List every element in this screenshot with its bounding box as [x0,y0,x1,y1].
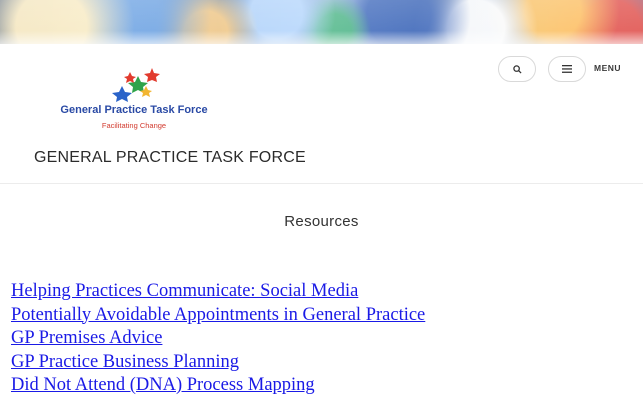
resource-link-avoidable-appointments[interactable]: Potentially Avoidable Appointments in Ge… [11,305,425,325]
page-title: Resources [284,213,359,230]
logo-tagline: Facilitating Change [101,121,167,130]
hamburger-icon [562,65,572,73]
menu-label: MENU [594,63,622,73]
page: General Practice Task Force Facilitating… [0,0,643,420]
logo-name: General Practice Task Force [60,104,208,116]
resource-link-social-media[interactable]: Helping Practices Communicate: Social Me… [11,281,358,301]
resource-link-business-planning[interactable]: GP Practice Business Planning [11,352,239,372]
search-icon [512,64,522,74]
menu-circle [548,56,586,82]
resource-list: Helping Practices Communicate: Social Me… [11,280,425,398]
resource-link-dna-process-mapping[interactable]: Did Not Attend (DNA) Process Mapping [11,375,315,395]
logo-stars-icon [112,68,160,102]
list-item: Helping Practices Communicate: Social Me… [11,280,425,304]
search-button[interactable] [498,56,536,82]
list-item: Did Not Attend (DNA) Process Mapping [11,374,425,398]
site-title[interactable]: GENERAL PRACTICE TASK FORCE [34,149,306,167]
site-logo[interactable]: General Practice Task Force Facilitating… [34,66,234,132]
resource-link-premises-advice[interactable]: GP Premises Advice [11,328,162,348]
header-divider [0,183,643,184]
list-item: GP Practice Business Planning [11,351,425,375]
list-item: GP Premises Advice [11,327,425,351]
hero-banner-image [0,0,643,44]
list-item: Potentially Avoidable Appointments in Ge… [11,304,425,328]
menu-button[interactable]: MENU [548,56,630,82]
